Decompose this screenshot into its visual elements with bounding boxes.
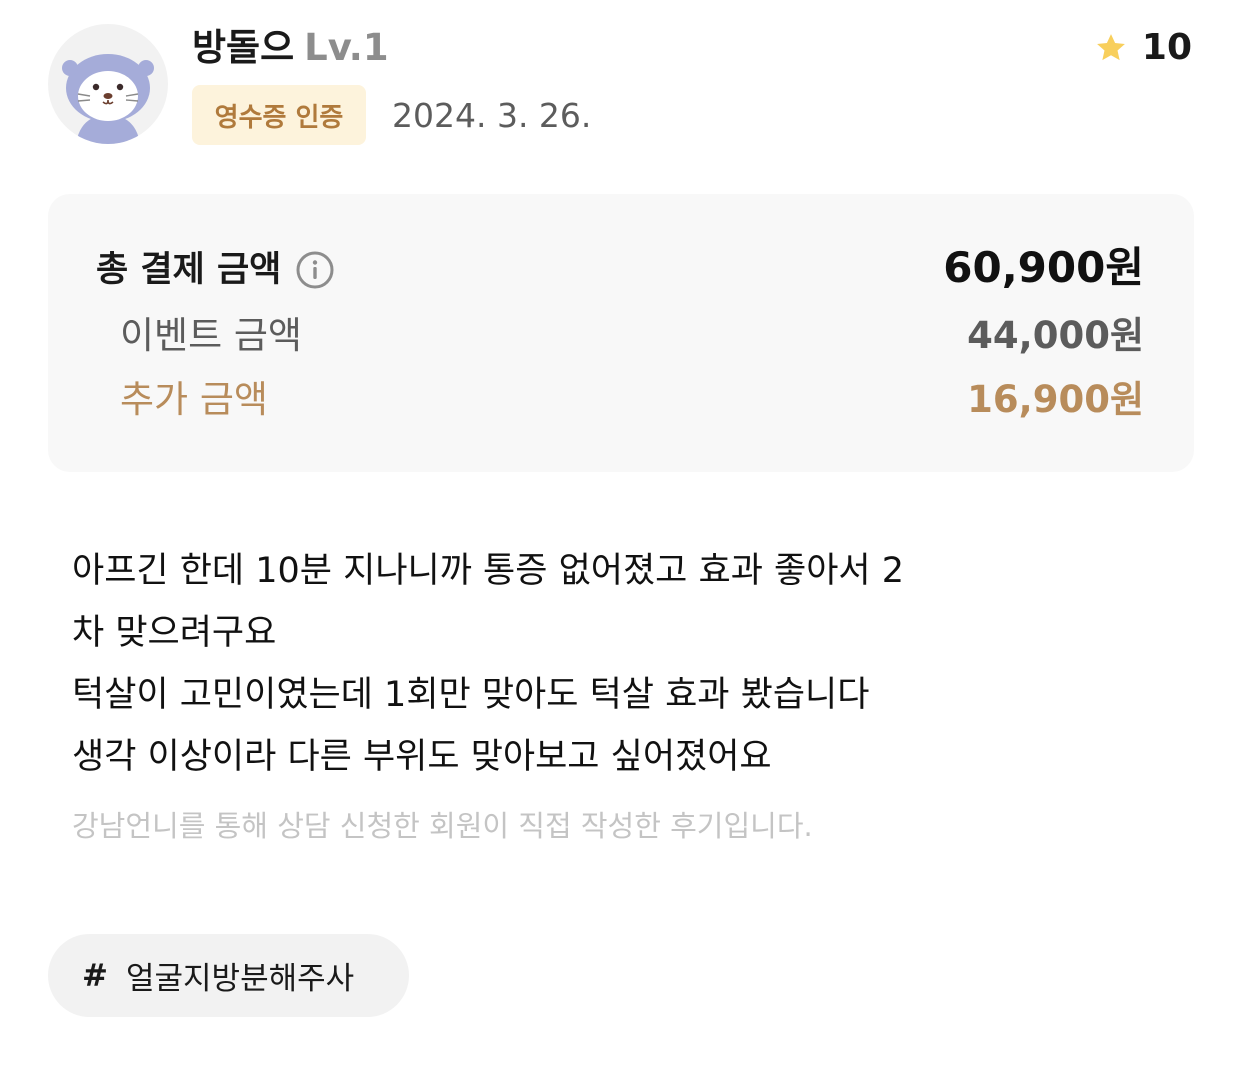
- rating-value: 10: [1141, 27, 1192, 68]
- hash-icon: #: [82, 957, 108, 994]
- extra-price-value: 16,900원: [967, 378, 1144, 421]
- user-level: Lv.1: [304, 26, 389, 69]
- review-line: 차 맞으려구요: [72, 613, 277, 653]
- user-avatar[interactable]: [48, 24, 168, 144]
- price-summary-card: 총 결제 금액 60,900원 이벤트 금액 44,000원 추가 금액 16,…: [48, 194, 1194, 472]
- hashtag-chip[interactable]: # 얼굴지방분해주사: [48, 934, 409, 1017]
- username-row: 방돌으 Lv.1: [192, 22, 389, 74]
- star-icon: [1097, 34, 1125, 61]
- info-icon[interactable]: [295, 250, 335, 290]
- total-price-label: 총 결제 금액: [96, 250, 282, 290]
- review-date: 2024. 3. 26.: [392, 96, 592, 135]
- total-price-value: 60,900원: [943, 243, 1144, 292]
- event-price-value: 44,000원: [967, 314, 1144, 357]
- hashtag-label: 얼굴지방분해주사: [125, 961, 355, 997]
- event-price-label: 이벤트 금액: [120, 314, 302, 357]
- otter-avatar-icon: [62, 54, 154, 144]
- review-rating: 10: [1094, 24, 1192, 72]
- username[interactable]: 방돌으: [192, 26, 294, 69]
- review-line: 아프긴 한데 10분 지나니까 통증 없어졌고 효과 좋아서 2: [72, 551, 905, 591]
- total-price-label-row: 총 결제 금액: [96, 244, 335, 296]
- review-text: 아프긴 한데 10분 지나니까 통증 없어졌고 효과 좋아서 2 차 맞으려구요…: [72, 540, 1172, 788]
- extra-price-label: 추가 금액: [120, 378, 268, 421]
- receipt-verified-badge: 영수증 인증: [192, 85, 366, 145]
- review-line: 턱살이 고민이였는데 1회만 맞아도 턱살 효과 봤습니다: [72, 675, 870, 715]
- review-disclaimer: 강남언니를 통해 상담 신청한 회원이 직접 작성한 후기입니다.: [72, 809, 813, 843]
- review-line: 생각 이상이라 다른 부위도 맞아보고 싶어졌어요: [72, 737, 772, 777]
